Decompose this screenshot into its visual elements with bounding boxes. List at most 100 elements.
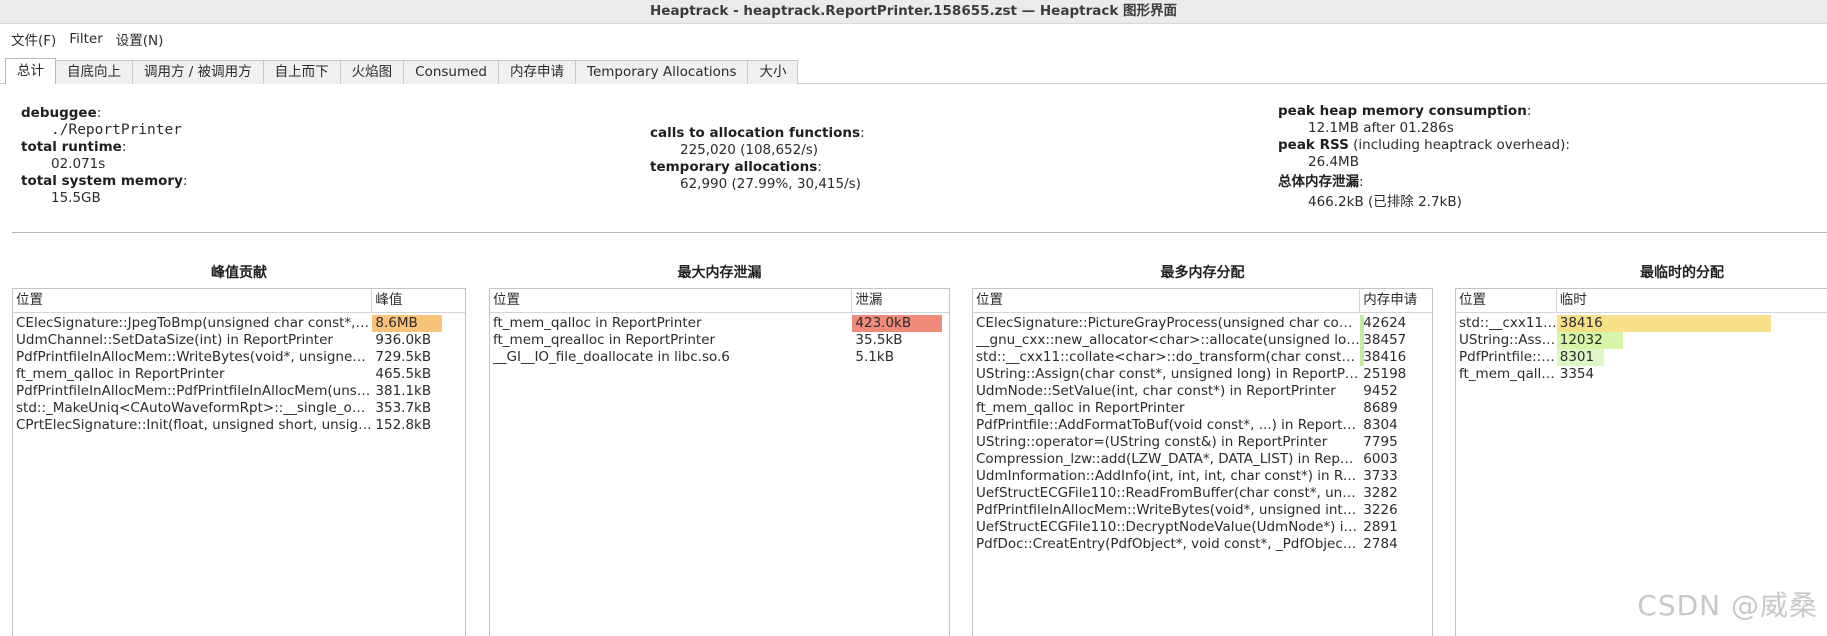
table-row[interactable]: PdfPrintfileInAllocMem::WriteBytes(void*…: [973, 502, 1432, 519]
debuggee-label: debuggee: [21, 105, 97, 121]
value-text: 152.8kB: [375, 417, 432, 433]
location-cell: PdfPrintfileInAllocMem::WriteBytes(void*…: [16, 349, 372, 365]
column-header-allocations[interactable]: 内存申请: [1360, 289, 1432, 312]
table-row[interactable]: Compression_lzw::add(LZW_DATA*, DATA_LIS…: [973, 451, 1432, 468]
value-cell: 8689: [1360, 400, 1432, 417]
table-row[interactable]: __gnu_cxx::new_allocator<char>::allocate…: [973, 332, 1432, 349]
panel-peak-contributions[interactable]: 位置 峰值 CElecSignature::JpegToBmp(unsigned…: [12, 288, 466, 636]
temporary-allocations-value: 62,990 (27.99%, 30,415/s): [680, 176, 861, 192]
panel-temp-header: 位置 临时: [1456, 289, 1827, 313]
table-row[interactable]: CElecSignature::JpegToBmp(unsigned char …: [13, 315, 465, 332]
menu-file[interactable]: 文件(F): [11, 29, 56, 49]
panel-peak-header: 位置 峰值: [13, 289, 465, 313]
table-row[interactable]: UdmInformation::AddInfo(int, int, int, c…: [973, 468, 1432, 485]
tab-allocations[interactable]: 内存申请: [498, 60, 576, 84]
tab-bottom-up[interactable]: 自底向上: [55, 60, 133, 84]
table-row[interactable]: ft_mem_qrealloc in ReportPrinter 35.5kB: [490, 332, 949, 349]
location-cell: PdfPrintfileInAllocMem::PdfPrintfileInAl…: [16, 383, 373, 399]
table-row[interactable]: CPrtElecSignature::Init(float, unsigned …: [13, 417, 465, 434]
location-cell: UdmChannel::SetDataSize(int) in ReportPr…: [16, 332, 333, 348]
column-header-location[interactable]: 位置: [13, 289, 373, 312]
location-cell: Compression_lzw::add(LZW_DATA*, DATA_LIS…: [976, 451, 1360, 467]
panel-largest-leaks[interactable]: 位置 泄漏 ft_mem_qalloc in ReportPrinter 423.…: [489, 288, 950, 636]
table-row[interactable]: ft_mem_qalloc in ReportPrinter3354: [1456, 366, 1827, 383]
table-row[interactable]: CElecSignature::PictureGrayProcess(unsig…: [973, 315, 1432, 332]
tab-caller-callee[interactable]: 调用方 / 被调用方: [132, 60, 264, 84]
value-cell: 38457: [1360, 332, 1432, 349]
column-header-location[interactable]: 位置: [973, 289, 1361, 312]
panel-title-alloc: 最多内存分配: [1160, 265, 1245, 281]
tab-top-down[interactable]: 自上而下: [262, 60, 341, 84]
table-row[interactable]: UString::Assign(char const*, unsigned lo…: [1456, 332, 1827, 349]
location-cell: __gnu_cxx::new_allocator<char>::allocate…: [976, 332, 1360, 348]
value-cell: 38416: [1360, 349, 1432, 366]
table-row[interactable]: PdfPrintfileInAllocMem::PdfPrintfileInAl…: [13, 383, 465, 400]
table-row[interactable]: std::_MakeUniq<CAutoWaveformRpt>::__sing…: [13, 400, 465, 417]
table-row[interactable]: UString::Assign(char const*, unsigned lo…: [973, 366, 1432, 383]
panel-leak-header: 位置 泄漏: [490, 289, 949, 313]
value-cell: 6003: [1360, 451, 1432, 468]
column-header-peak[interactable]: 峰值: [372, 289, 465, 312]
window-title-bar: Heaptrack - heaptrack.ReportPrinter.1586…: [0, 0, 1827, 24]
tab-summary[interactable]: 总计: [5, 58, 56, 84]
table-row[interactable]: UefStructECGFile110::ReadFromBuffer(char…: [973, 485, 1432, 502]
location-cell: __GI__IO_file_doallocate in libc.so.6: [493, 349, 730, 365]
value-text: 465.5kB: [375, 366, 432, 382]
value-text: 9452: [1363, 383, 1398, 399]
tab-sizes[interactable]: 大小: [747, 60, 799, 84]
panel-title-leak: 最大内存泄漏: [677, 265, 762, 281]
value-text: 6003: [1363, 451, 1398, 467]
table-row[interactable]: UefStructECGFile110::DecryptNodeValue(Ud…: [973, 519, 1432, 536]
column-header-temporary[interactable]: 临时: [1557, 289, 1827, 312]
location-cell: ft_mem_qalloc in ReportPrinter: [976, 400, 1185, 416]
value-text: 8301: [1559, 349, 1595, 365]
value-cell: 8.6MB: [372, 315, 465, 332]
tab-temporary-allocations[interactable]: Temporary Allocations: [575, 60, 749, 84]
value-text: 936.0kB: [375, 332, 432, 348]
table-row[interactable]: ft_mem_qalloc in ReportPrinter 423.0kB: [490, 315, 949, 332]
location-cell: PdfDoc::CreatEntry(PdfObject*, void cons…: [976, 536, 1360, 552]
table-row[interactable]: std::__cxx11::collate<char>::do_transfor…: [1456, 315, 1827, 332]
table-row[interactable]: PdfDoc::CreatEntry(PdfObject*, void cons…: [973, 536, 1432, 553]
table-row[interactable]: ft_mem_qalloc in ReportPrinter 8689: [973, 400, 1432, 417]
value-text: 381.1kB: [375, 383, 432, 399]
panel-leak-rows: ft_mem_qalloc in ReportPrinter 423.0kB ft_…: [490, 313, 949, 366]
table-row[interactable]: __GI__IO_file_doallocate in libc.so.6 5.1…: [490, 349, 949, 366]
column-header-location[interactable]: 位置: [1456, 289, 1557, 312]
table-row[interactable]: PdfPrintfile::AddFormatToBuf(void const*…: [1456, 349, 1827, 366]
value-cell: 152.8kB: [372, 417, 465, 434]
watermark: CSDN @威桑: [1637, 589, 1818, 622]
location-cell: std::_MakeUniq<CAutoWaveformRpt>::__sing…: [16, 400, 373, 416]
total-system-memory-value: 15.5GB: [51, 190, 101, 206]
table-row[interactable]: std::__cxx11::collate<char>::do_transfor…: [973, 349, 1432, 366]
table-row[interactable]: ft_mem_qalloc in ReportPrinter 465.5kB: [13, 366, 465, 383]
menu-settings[interactable]: 设置(N): [116, 29, 164, 49]
temporary-allocations-label: temporary allocations: [650, 159, 818, 175]
value-text: 2891: [1363, 519, 1398, 535]
table-row[interactable]: UString::operator=(UString const&) in Re…: [973, 434, 1432, 451]
table-row[interactable]: UdmChannel::SetDataSize(int) in ReportPr…: [13, 332, 465, 349]
table-row[interactable]: UdmNode::SetValue(int, char const*) in R…: [973, 383, 1432, 400]
debuggee-value: ./ReportPrinter: [51, 122, 182, 138]
table-row[interactable]: PdfPrintfile::AddFormatToBuf(void const*…: [973, 417, 1432, 434]
value-text: 5.1kB: [855, 349, 894, 365]
location-cell: std::__cxx11::collate<char>::do_transfor…: [1459, 315, 1557, 331]
menu-filter[interactable]: Filter: [69, 31, 102, 47]
peak-rss-note: (including heaptrack overhead): [1348, 137, 1566, 153]
value-text: 38416: [1363, 349, 1407, 365]
location-cell: ft_mem_qalloc in ReportPrinter: [16, 366, 225, 382]
tab-consumed[interactable]: Consumed: [403, 60, 499, 84]
location-cell: ft_mem_qrealloc in ReportPrinter: [493, 332, 716, 348]
table-row[interactable]: PdfPrintfileInAllocMem::WriteBytes(void*…: [13, 349, 465, 366]
total-leak-value: 466.2kB (已排除 2.7kB): [1308, 194, 1462, 210]
location-cell: UdmInformation::AddInfo(int, int, int, c…: [976, 468, 1360, 484]
column-header-location[interactable]: 位置: [490, 289, 853, 312]
panel-most-allocations[interactable]: 位置 内存申请 CElecSignature::PictureGrayProce…: [972, 288, 1433, 636]
column-header-leaked[interactable]: 泄漏: [852, 289, 949, 312]
panel-alloc-header: 位置 内存申请: [973, 289, 1432, 313]
location-cell: CPrtElecSignature::Init(float, unsigned …: [16, 417, 372, 433]
tab-flame-graph[interactable]: 火焰图: [339, 60, 405, 84]
total-runtime-label: total runtime: [21, 139, 122, 155]
value-text: 38457: [1363, 332, 1407, 348]
calls-value: 225,020 (108,652/s): [680, 142, 819, 158]
